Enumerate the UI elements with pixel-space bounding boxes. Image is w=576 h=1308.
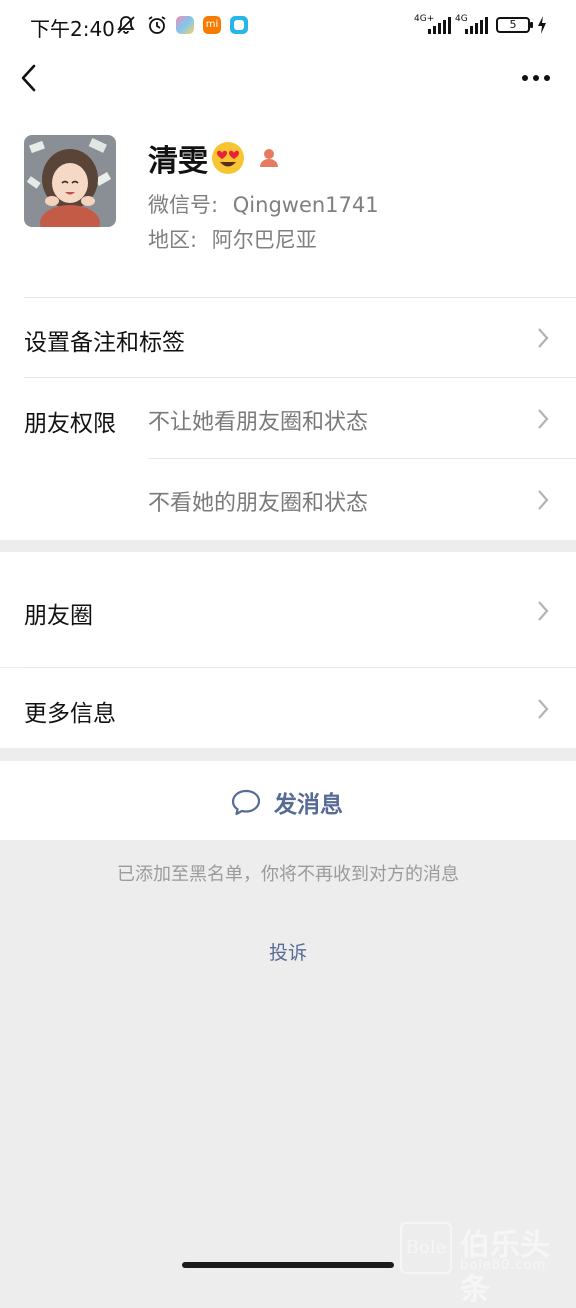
remark-tags-cell[interactable]: 设置备注和标签 — [0, 298, 576, 377]
complaint-link[interactable]: 投诉 — [0, 938, 576, 965]
status-time: 下午2:40 — [30, 17, 115, 41]
blacklist-notice: 已添加至黑名单，你将不再收到对方的消息 — [117, 864, 459, 885]
signal-icon-1: 4G+ — [414, 14, 452, 36]
mute-icon — [117, 16, 135, 34]
moments-cell[interactable]: 朋友圈 — [0, 552, 576, 667]
watermark-subtitle: bole80.com — [460, 1258, 547, 1273]
send-message-button[interactable]: 发消息 — [0, 761, 576, 840]
perm-option-block-moments[interactable]: 不看她的朋友圈和状态 — [0, 459, 576, 539]
section-gap — [0, 540, 576, 552]
profile-name: 清雯 — [148, 144, 208, 179]
wechat-id: 微信号: Qingwen1741 — [148, 189, 379, 219]
moments-label: 朋友圈 — [24, 603, 93, 629]
watermark: Bole 伯乐头条 bole80.com — [398, 1220, 576, 1307]
region-value: 阿尔巴尼亚 — [211, 228, 317, 252]
star-friend-icon — [260, 149, 278, 167]
region-label: 地区: — [148, 228, 198, 252]
signal-icon-2: 4G — [455, 14, 491, 36]
watermark-logo: Bole — [400, 1222, 452, 1274]
chat-bubble-icon — [231, 789, 261, 816]
mi-app-icon: mi — [203, 16, 221, 34]
perm-option-hide-moments[interactable]: 不让她看朋友圈和状态 — [0, 378, 576, 458]
chevron-right-icon — [538, 490, 549, 510]
section-gap — [0, 748, 576, 761]
heart-eyes-emoji-icon — [212, 142, 244, 174]
alarm-icon — [148, 16, 166, 34]
chevron-right-icon — [538, 601, 549, 621]
charging-icon — [538, 16, 546, 34]
more-options-icon[interactable] — [518, 66, 554, 90]
profile-name-row: 清雯 — [148, 138, 282, 179]
home-indicator[interactable] — [182, 1262, 394, 1268]
avatar[interactable] — [24, 135, 116, 227]
chevron-right-icon — [538, 328, 549, 348]
wechat-id-value: Qingwen1741 — [232, 193, 379, 217]
battery-indicator: 5 — [496, 17, 533, 33]
status-bar: 下午2:40 mi 4G+ 4G 5 — [0, 0, 576, 52]
wechat-id-label: 微信号: — [148, 193, 219, 217]
chevron-right-icon — [538, 409, 549, 429]
perm-option-1-label: 不让她看朋友圈和状态 — [148, 410, 369, 435]
more-info-label: 更多信息 — [24, 701, 116, 727]
back-icon[interactable] — [18, 64, 42, 92]
app-icon — [230, 16, 248, 34]
app-notification-icon — [176, 16, 194, 34]
perm-option-2-label: 不看她的朋友圈和状态 — [148, 491, 369, 516]
remark-tags-label: 设置备注和标签 — [24, 330, 185, 356]
more-info-cell[interactable]: 更多信息 — [0, 668, 576, 748]
region: 地区: 阿尔巴尼亚 — [148, 224, 317, 254]
chevron-right-icon — [538, 699, 549, 719]
send-message-label: 发消息 — [274, 792, 343, 818]
